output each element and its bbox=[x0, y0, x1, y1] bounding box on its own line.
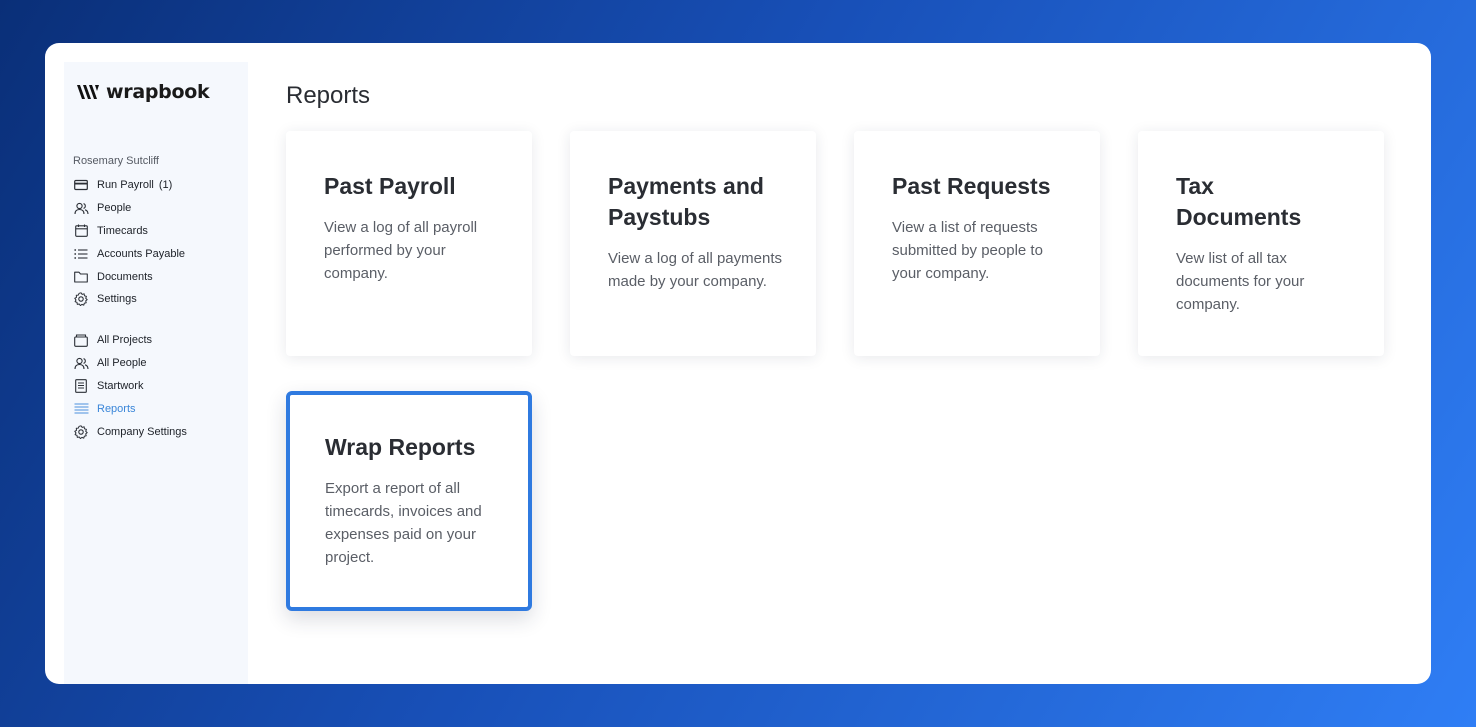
sidebar-item-settings[interactable]: Settings bbox=[73, 288, 185, 311]
sidebar-item-documents[interactable]: Documents bbox=[73, 265, 185, 288]
sidebar-item-run-payroll[interactable]: Run Payroll (1) bbox=[73, 174, 185, 197]
credit-card-icon bbox=[73, 177, 89, 193]
brand-logo[interactable]: wrapbook bbox=[76, 81, 210, 103]
sidebar-item-company-settings[interactable]: Company Settings bbox=[73, 420, 187, 443]
sidebar-item-startwork[interactable]: Startwork bbox=[73, 375, 187, 398]
sidebar-item-label: All Projects bbox=[97, 334, 153, 347]
card-title: Past Requests bbox=[892, 173, 1051, 199]
sidebar-item-all-people[interactable]: All People bbox=[73, 352, 187, 375]
brand-name: wrapbook bbox=[106, 81, 210, 103]
sidebar-item-label: Reports bbox=[97, 402, 136, 415]
payroll-count-badge: (1) bbox=[158, 179, 173, 192]
sidebar-nav-company: Run Payroll (1) People Timecards Account… bbox=[73, 174, 185, 311]
sidebar-item-label: Documents bbox=[97, 270, 153, 283]
sidebar-item-people[interactable]: People bbox=[73, 197, 185, 220]
card-title: Payments and Paystubs bbox=[608, 173, 764, 230]
calendar-icon bbox=[73, 223, 89, 239]
list-icon bbox=[73, 246, 89, 262]
card-description: View a list of requests submitted by peo… bbox=[892, 219, 1043, 282]
card-description: Export a report of all timecards, invoic… bbox=[325, 480, 482, 566]
sidebar-item-label: Company Settings bbox=[97, 425, 187, 438]
gear-icon bbox=[73, 291, 89, 307]
report-card-payments-and-paystubs[interactable]: Payments and Paystubs View a log of all … bbox=[570, 131, 816, 356]
folder-icon bbox=[73, 269, 89, 285]
document-icon bbox=[73, 378, 89, 394]
app-window: wrapbook Rosemary Sutcliff Run Payroll (… bbox=[45, 43, 1431, 684]
card-description: Vew list of all tax documents for your c… bbox=[1176, 250, 1305, 313]
page-title: Reports bbox=[286, 82, 371, 109]
people-icon bbox=[73, 355, 89, 371]
gear-icon bbox=[73, 424, 89, 440]
report-card-wrap-reports[interactable]: Wrap Reports Export a report of all time… bbox=[286, 391, 532, 611]
sidebar-item-reports[interactable]: Reports bbox=[73, 397, 187, 420]
sidebar-item-label: Startwork bbox=[97, 379, 144, 392]
card-title: Wrap Reports bbox=[325, 434, 476, 460]
briefcase-icon bbox=[73, 332, 89, 348]
sidebar-item-all-projects[interactable]: All Projects bbox=[73, 329, 187, 352]
card-title: Tax Documents bbox=[1176, 173, 1302, 230]
report-card-past-requests[interactable]: Past Requests View a list of requests su… bbox=[854, 131, 1100, 356]
sidebar-item-label: Timecards bbox=[97, 224, 148, 237]
sidebar-item-timecards[interactable]: Timecards bbox=[73, 220, 185, 243]
wrapbook-logo-icon bbox=[76, 83, 100, 101]
reports-icon bbox=[73, 401, 89, 417]
sidebar-item-label: Run Payroll bbox=[97, 179, 154, 192]
report-card-past-payroll[interactable]: Past Payroll View a log of all payroll p… bbox=[286, 131, 532, 356]
report-card-tax-documents[interactable]: Tax Documents Vew list of all tax docume… bbox=[1138, 131, 1384, 356]
card-title: Past Payroll bbox=[324, 173, 456, 199]
sidebar-nav-project: All Projects All People Startwork Report… bbox=[73, 329, 187, 443]
user-name: Rosemary Sutcliff bbox=[73, 155, 159, 167]
card-description: View a log of all payments made by your … bbox=[608, 250, 782, 290]
sidebar: wrapbook Rosemary Sutcliff Run Payroll (… bbox=[64, 62, 248, 684]
sidebar-item-label: Accounts Payable bbox=[97, 247, 186, 260]
people-icon bbox=[73, 200, 89, 216]
sidebar-item-accounts-payable[interactable]: Accounts Payable bbox=[73, 242, 185, 265]
sidebar-item-label: People bbox=[97, 202, 132, 215]
sidebar-item-label: Settings bbox=[97, 293, 137, 306]
card-description: View a log of all payroll performed by y… bbox=[324, 219, 478, 282]
sidebar-item-label: All People bbox=[97, 357, 147, 370]
